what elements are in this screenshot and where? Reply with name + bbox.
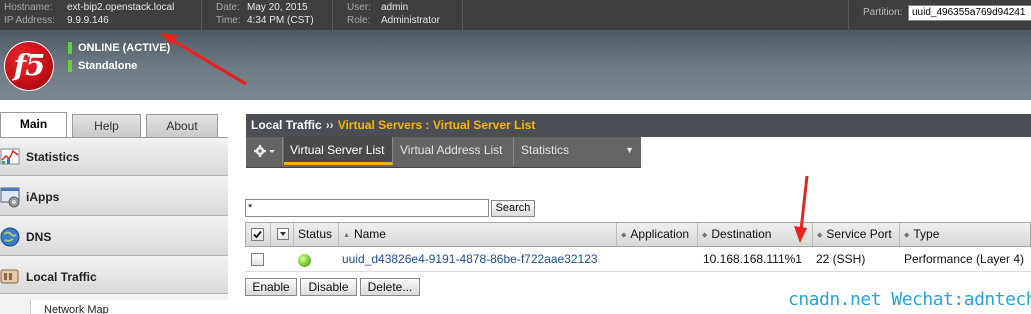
annotation-arrows bbox=[160, 33, 809, 243]
annotation-arrow-icon bbox=[794, 175, 809, 243]
annotation-arrow-icon bbox=[160, 33, 247, 86]
